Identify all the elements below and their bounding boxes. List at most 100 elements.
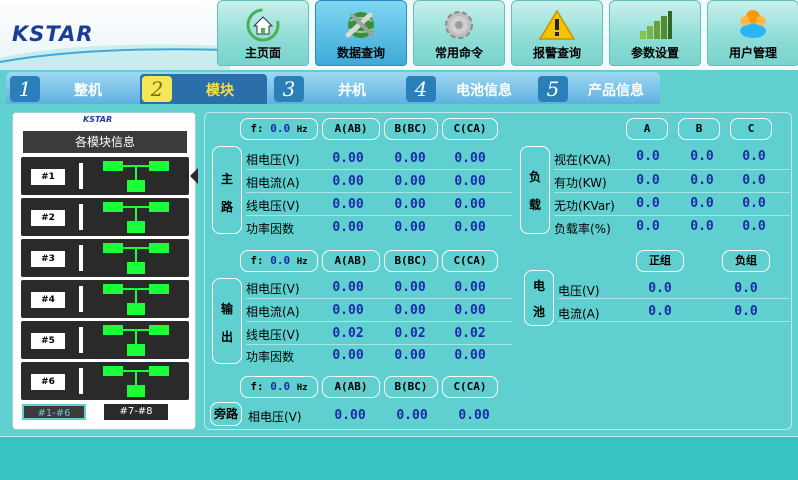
tools-globe-icon	[345, 12, 374, 38]
row-divider	[554, 169, 790, 170]
bypass-row-label: 相电压(V)	[248, 410, 302, 424]
tab-number: 2	[142, 76, 172, 102]
module-divider	[79, 163, 83, 189]
row-divider	[558, 321, 790, 322]
main-row-label: 相电流(A)	[246, 176, 300, 190]
main-col-c: C(CA)	[442, 118, 498, 140]
row-divider	[246, 298, 512, 299]
module-diagram-icon	[103, 325, 169, 356]
nav-user-mgmt-label: 用户管理	[728, 46, 777, 60]
row-divider	[246, 192, 512, 193]
output-row4-c: 0.00	[454, 348, 486, 363]
main-row1-c: 0.00	[454, 151, 486, 166]
load-row2-a: 0.0	[636, 173, 660, 188]
module-row-6[interactable]: #6	[21, 362, 189, 400]
bypass-section-label: 旁路	[210, 402, 242, 426]
output-row-label: 相电流(A)	[246, 305, 300, 319]
module-row-5[interactable]: #5	[21, 321, 189, 359]
tab-label: 电池信息	[456, 83, 512, 99]
nav-home-label: 主页面	[244, 46, 281, 60]
module-row-4[interactable]: #4	[21, 280, 189, 318]
load-col-c: C	[730, 118, 772, 140]
output-row2-b: 0.00	[394, 303, 426, 318]
output-freq-header: f: 0.0 Hz	[240, 250, 318, 272]
nav-alarm-query-button[interactable]: 报警查询	[511, 0, 603, 66]
main-row-label: 线电压(V)	[246, 199, 300, 213]
output-col-a: A(AB)	[322, 250, 380, 272]
output-row-label: 线电压(V)	[246, 328, 300, 342]
battery-section-label: 电池	[524, 270, 554, 326]
battery-col-negative: 负组	[722, 250, 770, 272]
load-section-label: 负载	[520, 146, 550, 234]
main-row1-b: 0.00	[394, 151, 426, 166]
load-row1-a: 0.0	[636, 149, 660, 164]
page-1-6-button[interactable]: #1-#6	[22, 404, 86, 420]
module-row-1[interactable]: #1	[21, 157, 189, 195]
tab-battery-info[interactable]: 4 电池信息	[404, 74, 531, 104]
tab-product-info[interactable]: 5 产品信息	[536, 74, 663, 104]
nav-commands-button[interactable]: 常用命令	[413, 0, 505, 66]
main-row3-b: 0.00	[394, 197, 426, 212]
main-col-a: A(AB)	[322, 118, 380, 140]
module-id: #6	[31, 374, 65, 390]
output-row1-a: 0.00	[332, 280, 364, 295]
tab-whole-machine[interactable]: 1 整机	[8, 74, 135, 104]
tab-number: 1	[10, 76, 40, 102]
output-col-b: B(BC)	[384, 250, 438, 272]
main-row2-a: 0.00	[332, 174, 364, 189]
output-section-label: 输出	[212, 278, 242, 364]
load-row-label: 负载率(%)	[554, 222, 611, 236]
main-col-b: B(BC)	[384, 118, 438, 140]
module-row-2[interactable]: #2	[21, 198, 189, 236]
load-row4-a: 0.0	[636, 219, 660, 234]
header-bar: KSTAR 主页面 数据查询 常用命令 报警查询 参数设置 用户管理	[0, 0, 798, 70]
load-row4-b: 0.0	[690, 219, 714, 234]
kstar-logo: KSTAR	[12, 22, 94, 46]
load-row3-a: 0.0	[636, 196, 660, 211]
nav-user-mgmt-button[interactable]: 用户管理	[707, 0, 798, 66]
home-icon	[246, 8, 280, 42]
nav-data-query-button[interactable]: 数据查询	[315, 0, 407, 66]
module-diagram-icon	[103, 202, 169, 233]
module-row-3[interactable]: #3	[21, 239, 189, 277]
page-7-8-button[interactable]: #7-#8	[104, 404, 168, 420]
output-row4-a: 0.00	[332, 348, 364, 363]
bypass-row1-b: 0.00	[396, 408, 428, 423]
output-row2-c: 0.00	[454, 303, 486, 318]
output-freq-value: 0.0	[270, 254, 291, 267]
row-divider	[246, 321, 512, 322]
module-id: #1	[31, 169, 65, 185]
output-row1-c: 0.00	[454, 280, 486, 295]
module-id: #3	[31, 251, 65, 267]
tab-label: 整机	[74, 83, 102, 99]
module-diagram-icon	[103, 284, 169, 315]
load-row-label: 有功(KW)	[554, 176, 607, 190]
row-divider	[246, 169, 512, 170]
tab-module[interactable]: 2 模块	[140, 74, 267, 104]
battery-voltage-negative: 0.0	[734, 281, 758, 296]
nav-settings-button[interactable]: 参数设置	[609, 0, 701, 66]
row-divider	[558, 298, 790, 299]
output-row3-b: 0.02	[394, 326, 426, 341]
module-divider	[79, 245, 83, 271]
output-row1-b: 0.00	[394, 280, 426, 295]
module-diagram-icon	[103, 366, 169, 397]
selection-arrow-icon	[190, 168, 198, 184]
footer-bar	[0, 437, 798, 480]
nav-home-button[interactable]: 主页面	[217, 0, 309, 66]
tab-label: 产品信息	[588, 83, 644, 99]
module-panel: KSTAR 各模块信息 #1 #2 #3 #4 #5 #6	[12, 112, 196, 430]
main-row4-a: 0.00	[332, 220, 364, 235]
output-row3-a: 0.02	[332, 326, 364, 341]
main-row2-c: 0.00	[454, 174, 486, 189]
tab-parallel[interactable]: 3 并机	[272, 74, 399, 104]
freq-unit: Hz	[296, 125, 308, 135]
battery-col-positive: 正组	[636, 250, 684, 272]
freq-unit: Hz	[296, 257, 308, 267]
main-row4-b: 0.00	[394, 220, 426, 235]
panel-logo: KSTAR	[83, 115, 113, 124]
load-row2-c: 0.0	[742, 173, 766, 188]
load-row1-b: 0.0	[690, 149, 714, 164]
output-col-c: C(CA)	[442, 250, 498, 272]
main-row3-a: 0.00	[332, 197, 364, 212]
